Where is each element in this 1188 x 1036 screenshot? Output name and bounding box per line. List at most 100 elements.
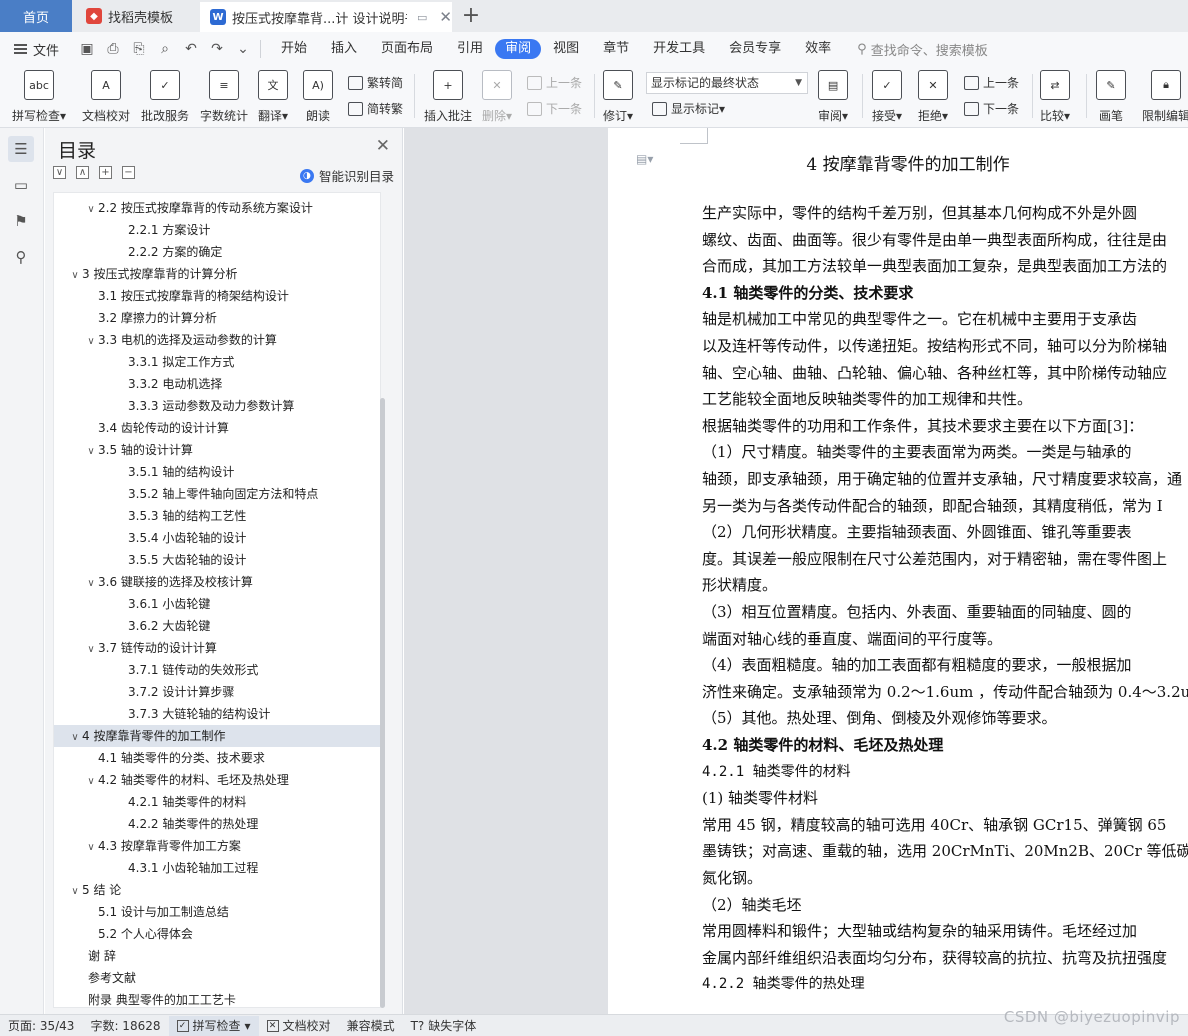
menu-references[interactable]: 引用	[445, 39, 495, 59]
toc-item[interactable]: 5.1 设计与加工制造总结	[54, 901, 380, 923]
menu-review[interactable]: 审阅	[495, 39, 542, 59]
chevron-down-icon[interactable]: ∨	[84, 837, 98, 859]
toc-item[interactable]: 3.7.3 大链轮轴的结构设计	[54, 703, 380, 725]
chevron-down-icon[interactable]: ∨	[68, 727, 82, 749]
toc-icon[interactable]: ☰	[8, 136, 34, 162]
ink-button[interactable]: ✎ 画笔	[1096, 70, 1126, 124]
page-count[interactable]: 页面: 35/43	[0, 1017, 82, 1034]
spell-check-status[interactable]: ✓ 拼写检查 ▾	[168, 1015, 259, 1036]
chevron-down-icon[interactable]: ∨	[84, 441, 98, 463]
screen-icon[interactable]: ▭	[417, 11, 427, 24]
tab-templates[interactable]: ◆ 找稻壳模板	[74, 0, 200, 32]
tab-home[interactable]: 首页	[0, 0, 72, 32]
chapter-icon[interactable]: ▭	[8, 172, 34, 198]
menu-chapter[interactable]: 章节	[591, 39, 641, 59]
next-comment-button[interactable]: 下一条	[527, 100, 582, 117]
toc-item[interactable]: 3.6.1 小齿轮键	[54, 593, 380, 615]
delete-comment-button[interactable]: ✕ 删除▾	[482, 70, 512, 124]
trad-to-simp-button[interactable]: 繁转简	[348, 74, 403, 91]
reject-button[interactable]: ✕ 拒绝▾	[918, 70, 948, 124]
toc-item[interactable]: 3.5.5 大齿轮轴的设计	[54, 549, 380, 571]
menu-view[interactable]: 视图	[541, 39, 591, 59]
toc-item[interactable]: 3.5.2 轴上零件轴向固定方法和特点	[54, 483, 380, 505]
collapse-all-icon[interactable]: ∨	[53, 166, 66, 179]
toc-item[interactable]: ∨ 3.3 电机的选择及运动参数的计算	[54, 329, 380, 351]
toc-item[interactable]: 3.4 齿轮传动的设计计算	[54, 417, 380, 439]
toc-item[interactable]: 4.2.2 轴类零件的热处理	[54, 813, 380, 835]
toc-item[interactable]: 5.2 个人心得体会	[54, 923, 380, 945]
track-changes-button[interactable]: ✎ 修订▾	[603, 70, 633, 124]
toc-item[interactable]: 4.2.1 轴类零件的材料	[54, 791, 380, 813]
doc-proof-status[interactable]: ✕ 文档校对	[259, 1017, 339, 1034]
menu-insert[interactable]: 插入	[319, 39, 369, 59]
word-count[interactable]: 字数: 18628	[82, 1017, 168, 1034]
toc-item[interactable]: 4.1 轴类零件的分类、技术要求	[54, 747, 380, 769]
toc-item[interactable]: ∨ 5 结 论	[54, 879, 380, 901]
toc-item[interactable]: 3.7.2 设计计算步骤	[54, 681, 380, 703]
prev-change-button[interactable]: 上一条	[964, 74, 1019, 91]
file-menu[interactable]: 文件	[0, 40, 70, 59]
next-change-button[interactable]: 下一条	[964, 100, 1019, 117]
chevron-down-icon[interactable]: ∨	[84, 199, 98, 221]
toc-item[interactable]: 3.5.4 小齿轮轴的设计	[54, 527, 380, 549]
toc-item[interactable]: 附录 典型零件的加工工艺卡	[54, 989, 380, 1007]
toc-item[interactable]: ∨ 3 按压式按摩靠背的计算分析	[54, 263, 380, 285]
redo-icon[interactable]: ↷	[208, 41, 226, 57]
toc-item[interactable]: ∨ 3.6 键联接的选择及校核计算	[54, 571, 380, 593]
toc-scrollbar[interactable]	[380, 398, 385, 1008]
toc-item[interactable]: 2.2.2 方案的确定	[54, 241, 380, 263]
toc-item[interactable]: 3.5.3 轴的结构工艺性	[54, 505, 380, 527]
prev-comment-button[interactable]: 上一条	[527, 74, 582, 91]
search-icon[interactable]: ⚲	[8, 244, 34, 270]
save-icon[interactable]: ▣	[78, 41, 96, 57]
toc-item[interactable]: 3.3.2 电动机选择	[54, 373, 380, 395]
toc-item[interactable]: 3.6.2 大齿轮键	[54, 615, 380, 637]
remove-heading-icon[interactable]: −	[122, 166, 135, 179]
tab-document[interactable]: W 按压式按摩靠背...计 设计说明书 ▭ ✕	[200, 0, 452, 32]
chevron-down-icon[interactable]: ∨	[84, 573, 98, 595]
menu-efficiency[interactable]: 效率	[793, 39, 843, 59]
chevron-down-icon[interactable]: ∨	[68, 881, 82, 903]
menu-page-layout[interactable]: 页面布局	[369, 39, 445, 59]
spell-check-button[interactable]: abc 拼写检查▾	[12, 70, 66, 124]
toc-item[interactable]: ∨ 4 按摩靠背零件的加工制作	[54, 725, 380, 747]
missing-font-status[interactable]: T? 缺失字体	[403, 1017, 485, 1034]
chevron-down-icon[interactable]: ∨	[84, 331, 98, 353]
close-icon[interactable]: ✕	[439, 8, 452, 26]
toc-item[interactable]: 2.2.1 方案设计	[54, 219, 380, 241]
annotate-service-button[interactable]: ✓ 批改服务	[141, 70, 189, 124]
bookmark-icon[interactable]: ⚑	[8, 208, 34, 234]
export-pdf-icon[interactable]: ⎙	[104, 41, 122, 57]
toc-item[interactable]: ∨ 3.7 链传动的设计计算	[54, 637, 380, 659]
toc-item[interactable]: 谢 辞	[54, 945, 380, 967]
toc-item[interactable]: ∨ 2.2 按压式按摩靠背的传动系统方案设计	[54, 197, 380, 219]
print-icon[interactable]: ⎘	[130, 41, 148, 57]
chevron-down-icon[interactable]: ∨	[68, 265, 82, 287]
undo-icon[interactable]: ↶	[182, 41, 200, 57]
review-pane-button[interactable]: ▤ 审阅▾	[818, 70, 848, 124]
toc-item[interactable]: 3.2 摩擦力的计算分析	[54, 307, 380, 329]
toc-item[interactable]: 4.3.1 小齿轮轴加工过程	[54, 857, 380, 879]
chevron-down-icon[interactable]: ∨	[84, 771, 98, 793]
menu-start[interactable]: 开始	[269, 39, 319, 59]
compare-button[interactable]: ⇄ 比较▾	[1040, 70, 1070, 124]
toc-item[interactable]: 3.3.1 拟定工作方式	[54, 351, 380, 373]
document-page[interactable]: ▤▾ 4 按摩靠背零件的加工制作 生产实际中，零件的结构千差万别，但其基本几何构…	[608, 128, 1188, 1014]
toc-item[interactable]: ∨ 3.5 轴的设计计算	[54, 439, 380, 461]
print-preview-icon[interactable]: ⌕	[156, 41, 174, 57]
accept-button[interactable]: ✓ 接受▾	[872, 70, 902, 124]
restrict-edit-button[interactable]: 🔒︎ 限制编辑	[1142, 70, 1188, 124]
toc-item[interactable]: 参考文献	[54, 967, 380, 989]
insert-comment-button[interactable]: + 插入批注	[424, 70, 472, 124]
doc-proof-button[interactable]: A 文档校对	[82, 70, 130, 124]
command-search[interactable]: ⚲ 查找命令、搜索模板	[857, 40, 988, 59]
menu-member[interactable]: 会员专享	[717, 39, 793, 59]
more-icon[interactable]: ⌄	[234, 41, 252, 57]
toc-item[interactable]: 3.1 按压式按摩靠背的椅架结构设计	[54, 285, 380, 307]
add-heading-icon[interactable]: +	[99, 166, 112, 179]
chevron-down-icon[interactable]: ∨	[84, 639, 98, 661]
simp-to-trad-button[interactable]: 简转繁	[348, 100, 403, 117]
read-aloud-button[interactable]: A) 朗读	[303, 70, 333, 124]
toc-item[interactable]: 3.3.3 运动参数及动力参数计算	[54, 395, 380, 417]
word-count-button[interactable]: ≡ 字数统计	[200, 70, 248, 124]
